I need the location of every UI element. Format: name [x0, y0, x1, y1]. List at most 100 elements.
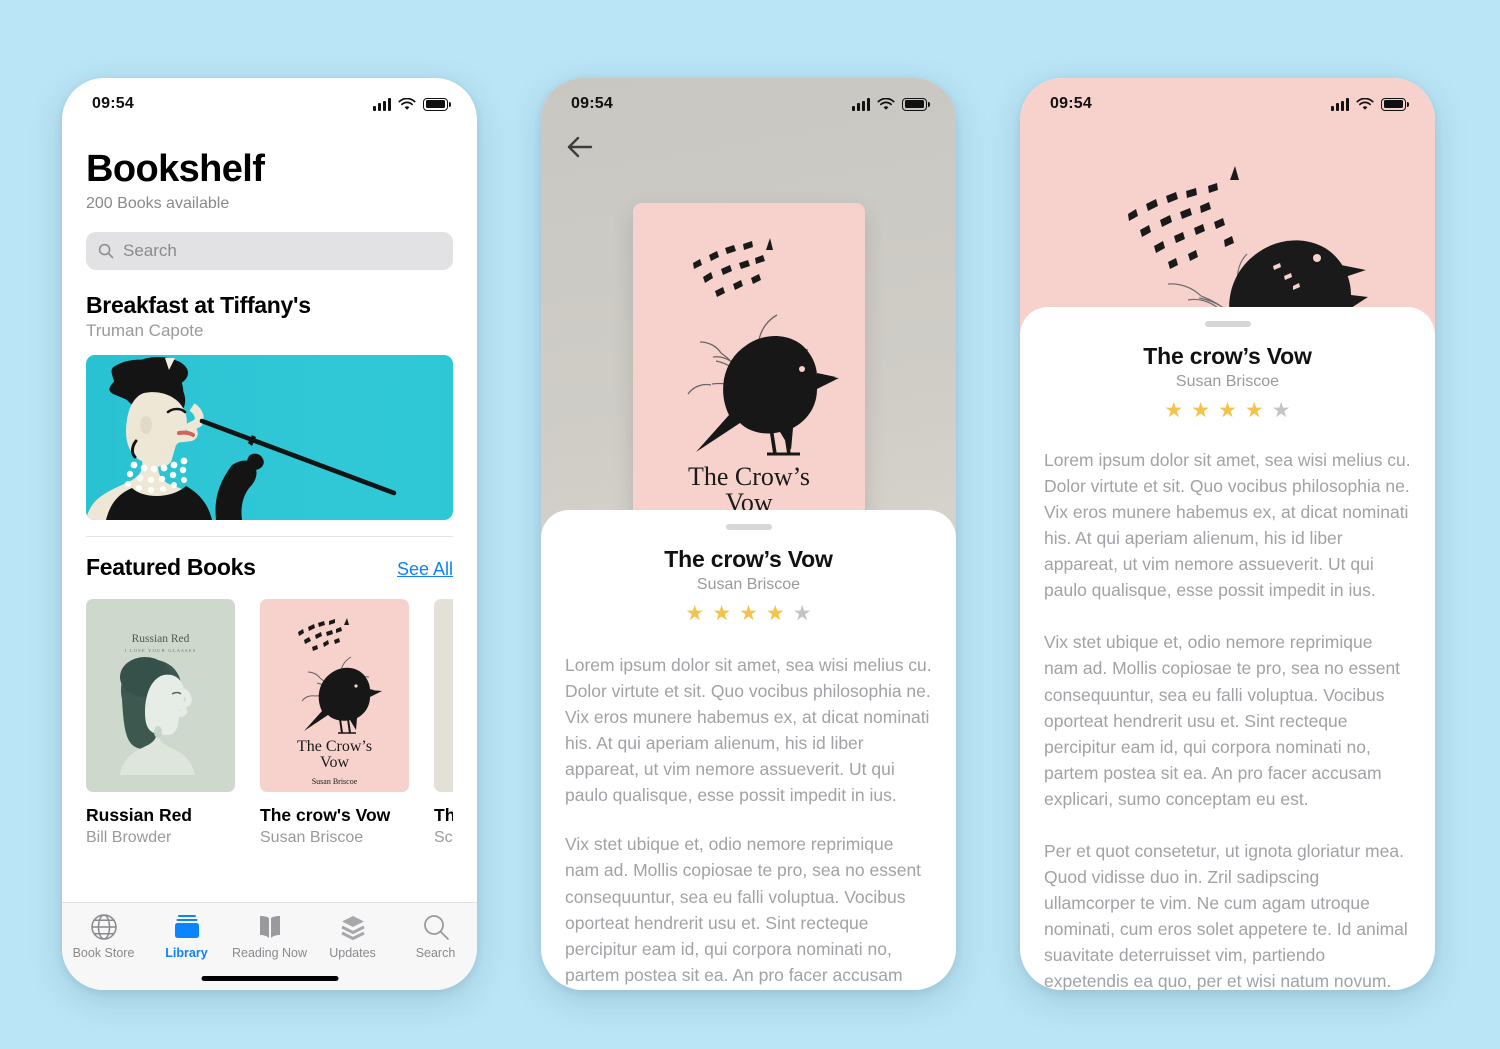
status-bar: 09:54: [1020, 78, 1435, 120]
book-card-great-gatsby[interactable]: THE The Gre Scott Fit: [434, 599, 453, 847]
svg-text:The Crow’s: The Crow’s: [297, 738, 372, 755]
tab-updates[interactable]: Updates: [311, 912, 394, 960]
arrow-left-icon: [567, 136, 593, 158]
cellular-signal-icon: [852, 97, 870, 111]
svg-text:Vow: Vow: [320, 754, 349, 771]
description-paragraph-2: Vix stet ubique et, odio nemore reprimiq…: [565, 834, 922, 985]
status-indicators: [1331, 97, 1409, 111]
tab-label: Library: [165, 946, 208, 960]
book-title: The crow's Vow: [260, 805, 391, 825]
tab-library[interactable]: Library: [145, 912, 228, 960]
bottom-tab-bar: Book Store Library Reading Now Updates S…: [62, 902, 477, 990]
sheet-drag-handle[interactable]: [1204, 321, 1251, 327]
star-empty[interactable]: ★: [1272, 400, 1291, 421]
wifi-icon: [877, 97, 895, 110]
layers-icon: [340, 916, 365, 940]
wifi-icon: [398, 97, 416, 110]
tab-search[interactable]: Search: [394, 912, 477, 960]
description-paragraph-1: Lorem ipsum dolor sit amet, sea wisi mel…: [1044, 450, 1411, 601]
bookshelf-content: Bookshelf 200 Books available Search Bre…: [62, 148, 477, 990]
hero-book-author: Truman Capote: [86, 321, 204, 340]
crows-vow-cover-large: The Crow’s Vow: [632, 203, 865, 533]
books-available-count: 200 Books available: [86, 195, 230, 212]
star-filled[interactable]: ★: [685, 603, 704, 624]
battery-icon: [423, 97, 451, 111]
description-paragraph-3: Per et quot consetetur, ut ignota gloria…: [1044, 840, 1408, 990]
search-icon: [423, 915, 449, 940]
featured-books-heading: Featured Books: [86, 554, 256, 580]
hero-book-title: Breakfast at Tiffany's: [86, 292, 311, 318]
book-title: Russian Red: [86, 805, 192, 825]
book-author: Susan Briscoe: [260, 829, 364, 846]
home-indicator: [201, 976, 338, 981]
russian-red-cover: Russian Red I LOSE YOUR GLASSES: [86, 599, 235, 792]
detail-author: Susan Briscoe: [696, 576, 801, 593]
crows-vow-cover: The Crow’s Vow Susan Briscoe: [260, 599, 409, 792]
status-bar: 09:54: [62, 78, 477, 120]
cellular-signal-icon: [1331, 97, 1349, 111]
svg-text:Susan Briscoe: Susan Briscoe: [312, 777, 358, 786]
featured-books-header: Featured Books See All: [86, 554, 453, 581]
description-paragraph-1: Lorem ipsum dolor sit amet, sea wisi mel…: [565, 655, 932, 806]
phone-bookshelf-list: 09:54 Bookshelf 200 Books available Sear…: [62, 78, 477, 990]
book-cover-large[interactable]: The Crow’s Vow: [632, 203, 865, 533]
rating-stars[interactable]: ★ ★ ★ ★ ★: [1044, 400, 1411, 421]
status-time: 09:54: [1050, 95, 1092, 112]
tab-label: Book Store: [72, 946, 135, 960]
status-bar: 09:54: [541, 78, 956, 120]
detail-author: Susan Briscoe: [1175, 373, 1280, 390]
description-paragraph-2: Vix stet ubique et, odio nemore reprimiq…: [1044, 632, 1401, 809]
featured-books-carousel[interactable]: Russian Red I LOSE YOUR GLASSES Russian …: [86, 599, 453, 847]
battery-icon: [902, 97, 930, 111]
rating-stars[interactable]: ★ ★ ★ ★ ★: [565, 603, 932, 624]
back-button[interactable]: [563, 130, 597, 164]
detail-title: The crow’s Vow: [1143, 343, 1312, 369]
cellular-signal-icon: [373, 97, 391, 111]
hero-book-section[interactable]: Breakfast at Tiffany's Truman Capote: [86, 292, 453, 520]
status-indicators: [852, 97, 930, 111]
search-input[interactable]: Search: [86, 232, 453, 270]
star-filled[interactable]: ★: [766, 603, 785, 624]
detail-title: The crow’s Vow: [664, 546, 833, 572]
svg-text:I LOSE YOUR GLASSES: I LOSE YOUR GLASSES: [124, 648, 196, 653]
tab-label: Reading Now: [231, 946, 308, 960]
star-filled[interactable]: ★: [1164, 400, 1183, 421]
star-filled[interactable]: ★: [739, 603, 758, 624]
star-empty[interactable]: ★: [793, 603, 812, 624]
see-all-link[interactable]: See All: [397, 559, 453, 580]
sheet-drag-handle[interactable]: [725, 524, 772, 530]
star-filled[interactable]: ★: [712, 603, 731, 624]
phone-book-detail-collapsed: 09:54 The Crow’s Vow The crow’s Vow Susa…: [541, 78, 956, 990]
status-time: 09:54: [92, 95, 134, 112]
book-card-russian-red[interactable]: Russian Red I LOSE YOUR GLASSES Russian …: [86, 599, 235, 847]
book-author: Bill Browder: [86, 829, 172, 846]
page-title: Bookshelf: [86, 148, 265, 190]
svg-text:The Crow’s: The Crow’s: [687, 462, 809, 491]
cover-title-text: Russian Red: [132, 633, 190, 645]
books-stack-icon: [174, 915, 199, 938]
section-divider: [86, 536, 453, 537]
book-author: Scott Fit: [434, 829, 453, 846]
phone-book-detail-expanded: 09:54 The crow’s Vow Susan Briscoe ★ ★ ★…: [1020, 78, 1435, 990]
book-title: The Gre: [434, 805, 453, 825]
tab-reading-now[interactable]: Reading Now: [228, 912, 311, 960]
book-detail-sheet[interactable]: The crow’s Vow Susan Briscoe ★ ★ ★ ★ ★ L…: [1020, 307, 1435, 990]
tab-label: Updates: [329, 946, 376, 960]
tab-book-store[interactable]: Book Store: [62, 912, 145, 960]
breakfast-at-tiffanys-cover-image: [86, 355, 453, 520]
screenshot-stage: 09:54 Bookshelf 200 Books available Sear…: [0, 0, 1500, 1049]
book-detail-sheet[interactable]: The crow’s Vow Susan Briscoe ★ ★ ★ ★ ★ L…: [541, 510, 956, 990]
great-gatsby-cover: THE: [434, 599, 453, 792]
star-filled[interactable]: ★: [1245, 400, 1264, 421]
status-indicators: [373, 97, 451, 111]
open-book-icon: [259, 916, 280, 938]
tab-label: Search: [415, 946, 456, 960]
status-time: 09:54: [571, 95, 613, 112]
search-icon: [98, 243, 114, 259]
star-filled[interactable]: ★: [1218, 400, 1237, 421]
book-card-crows-vow[interactable]: The Crow’s Vow Susan Briscoe The crow's …: [260, 599, 409, 847]
wifi-icon: [1356, 97, 1374, 110]
globe-icon: [90, 914, 117, 940]
star-filled[interactable]: ★: [1191, 400, 1210, 421]
battery-icon: [1381, 97, 1409, 111]
